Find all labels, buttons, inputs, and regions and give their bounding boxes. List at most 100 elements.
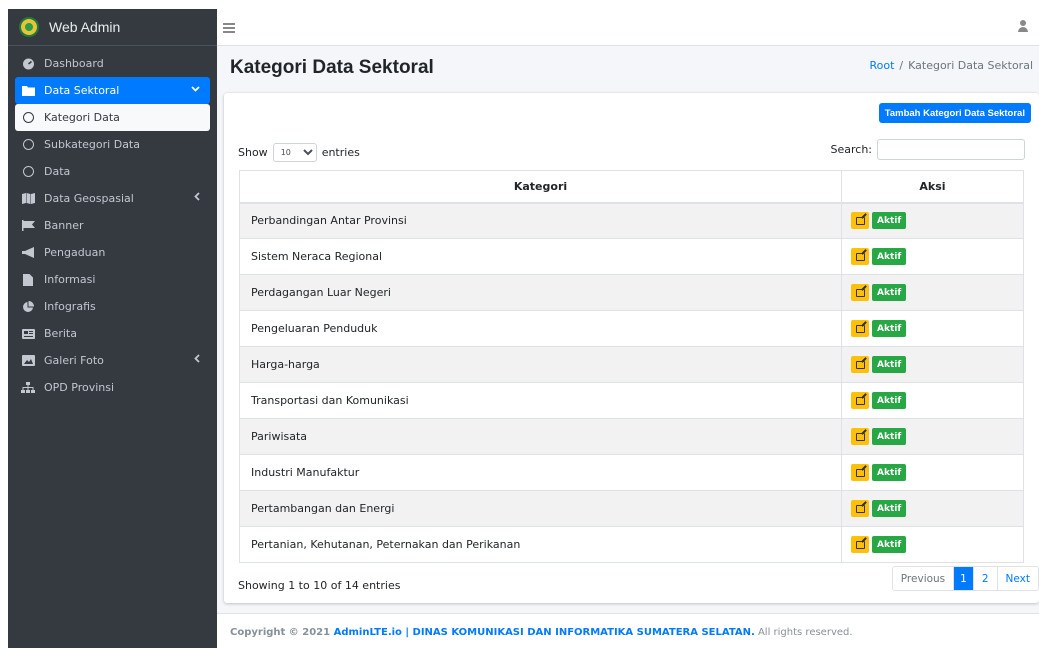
chevron-down-icon	[191, 84, 200, 95]
edit-button[interactable]	[851, 392, 869, 409]
sidebar-item-subkategori-data[interactable]: Subkategori Data	[15, 131, 210, 158]
kategori-cell: Pertambangan dan Energi	[239, 490, 842, 527]
pagination-next[interactable]: Next	[997, 567, 1038, 590]
entries-length-control: Show 10 entries	[238, 143, 360, 162]
page-title: Kategori Data Sektoral	[230, 57, 434, 78]
aktif-button[interactable]: Aktif	[872, 248, 907, 265]
kategori-cell: Transportasi dan Komunikasi	[239, 382, 842, 419]
aksi-cell: Aktif	[841, 238, 1024, 275]
table-row: Transportasi dan Komunikasi Aktif	[239, 382, 1024, 419]
edit-icon	[855, 360, 865, 369]
sidebar-item-data[interactable]: Data	[15, 158, 210, 185]
add-category-button[interactable]: Tambah Kategori Data Sektoral	[878, 103, 1031, 123]
sidebar-item-pengaduan[interactable]: Pengaduan	[15, 239, 210, 266]
sidebar-item-informasi[interactable]: Informasi	[15, 266, 210, 293]
user-icon[interactable]	[1017, 20, 1029, 34]
breadcrumb-current: Kategori Data Sektoral	[908, 59, 1033, 72]
search-input[interactable]	[877, 139, 1025, 160]
aksi-cell: Aktif	[841, 310, 1024, 347]
brand-logo-icon	[19, 17, 39, 37]
table-row: Pengeluaran Penduduk Aktif	[239, 310, 1024, 347]
sidebar-item-label: Data Geospasial	[44, 192, 134, 205]
aktif-button[interactable]: Aktif	[872, 320, 907, 337]
aktif-button[interactable]: Aktif	[872, 392, 907, 409]
aktif-button[interactable]: Aktif	[872, 212, 907, 230]
aksi-cell: Aktif	[841, 418, 1024, 455]
edit-icon	[855, 216, 865, 225]
table-row: Pertambangan dan Energi Aktif	[239, 490, 1024, 527]
sidebar-item-label: Infografis	[44, 300, 96, 313]
data-card: Tambah Kategori Data Sektoral Show 10 en…	[224, 93, 1039, 603]
pagination-previous[interactable]: Previous	[892, 567, 955, 590]
table-row: Pariwisata Aktif	[239, 418, 1024, 455]
top-strip	[0, 0, 1039, 9]
sidebar-item-banner[interactable]: Banner	[15, 212, 210, 239]
footer-copyright: Copyright © 2021	[230, 627, 334, 638]
search-control: Search:	[831, 139, 1025, 160]
sidebar-item-dashboard[interactable]: Dashboard	[15, 50, 210, 77]
table-row: Perbandingan Antar Provinsi Aktif	[239, 202, 1024, 239]
edit-button[interactable]	[851, 536, 869, 553]
edit-button[interactable]	[851, 320, 869, 337]
footer-link[interactable]: AdminLTE.io | DINAS KOMUNIKASI DAN INFOR…	[334, 627, 755, 638]
sidebar-item-label: OPD Provinsi	[44, 381, 115, 394]
sidebar-item-label: Banner	[44, 219, 84, 232]
kategori-cell: Perdagangan Luar Negeri	[239, 274, 842, 311]
entries-length-select[interactable]: 10	[272, 143, 317, 162]
edit-button[interactable]	[851, 248, 869, 265]
aktif-button[interactable]: Aktif	[872, 536, 907, 553]
sidebar-item-infografis[interactable]: Infografis	[15, 293, 210, 320]
edit-button[interactable]	[851, 428, 869, 445]
breadcrumb-separator: /	[899, 59, 904, 72]
column-header-kategori[interactable]: Kategori	[239, 170, 842, 204]
table-body: Perbandingan Antar Provinsi Aktif Sistem N…	[239, 202, 1024, 563]
sidebar-item-galeri-foto[interactable]: Galeri Foto	[15, 347, 210, 374]
kategori-cell: Industri Manufaktur	[239, 454, 842, 491]
folder-icon	[21, 85, 35, 97]
table-row: Harga-harga Aktif	[239, 346, 1024, 383]
aktif-button[interactable]: Aktif	[872, 464, 907, 481]
sidebar-item-berita[interactable]: Berita	[15, 320, 210, 347]
sidebar-nav: Dashboard Data Sektoral Kategori Data Su…	[8, 46, 217, 401]
kategori-cell: Perbandingan Antar Provinsi	[239, 202, 842, 239]
edit-icon	[855, 432, 865, 441]
edit-icon	[855, 324, 865, 333]
aktif-button[interactable]: Aktif	[872, 356, 907, 373]
kategori-cell: Pengeluaran Penduduk	[239, 310, 842, 347]
chevron-left-icon	[194, 192, 200, 204]
sidebar-item-label: Data Sektoral	[44, 84, 120, 97]
sidebar-item-data-sektoral[interactable]: Data Sektoral	[15, 77, 210, 104]
sidebar-item-label: Dashboard	[44, 57, 104, 70]
edit-icon	[855, 288, 865, 297]
edit-icon	[855, 468, 865, 477]
table-row: Pertanian, Kehutanan, Peternakan dan Per…	[239, 526, 1024, 563]
entries-label: entries	[321, 146, 360, 159]
table-row: Sistem Neraca Regional Aktif	[239, 238, 1024, 275]
top-navbar	[217, 9, 1039, 46]
sidebar-item-opd-provinsi[interactable]: OPD Provinsi	[15, 374, 210, 401]
edit-button[interactable]	[851, 500, 869, 517]
aktif-button[interactable]: Aktif	[872, 500, 907, 517]
edit-button[interactable]	[851, 284, 869, 301]
sidebar-item-label: Berita	[44, 327, 77, 340]
sitemap-icon	[21, 382, 35, 394]
pagination-page-1[interactable]: 1	[954, 567, 974, 590]
hamburger-menu-icon[interactable]	[223, 23, 235, 33]
kategori-cell: Harga-harga	[239, 346, 842, 383]
table-header-row: Kategori Aksi	[239, 170, 1024, 204]
brand[interactable]: Web Admin	[8, 9, 217, 46]
column-header-aksi[interactable]: Aksi	[841, 170, 1024, 204]
edit-icon	[855, 252, 865, 261]
sidebar-item-kategori-data[interactable]: Kategori Data	[15, 104, 210, 131]
aktif-button[interactable]: Aktif	[872, 428, 907, 445]
breadcrumb-root-link[interactable]: Root	[869, 59, 894, 72]
edit-button[interactable]	[851, 356, 869, 373]
sidebar-item-data-geospasial[interactable]: Data Geospasial	[15, 185, 210, 212]
edit-button[interactable]	[851, 464, 869, 481]
pagination-page-2[interactable]: 2	[973, 567, 998, 590]
aktif-button[interactable]: Aktif	[872, 284, 907, 301]
edit-button[interactable]	[851, 212, 869, 230]
aksi-cell: Aktif	[841, 274, 1024, 311]
footer-suffix: All rights reserved.	[754, 627, 853, 638]
aksi-cell: Aktif	[841, 526, 1024, 563]
